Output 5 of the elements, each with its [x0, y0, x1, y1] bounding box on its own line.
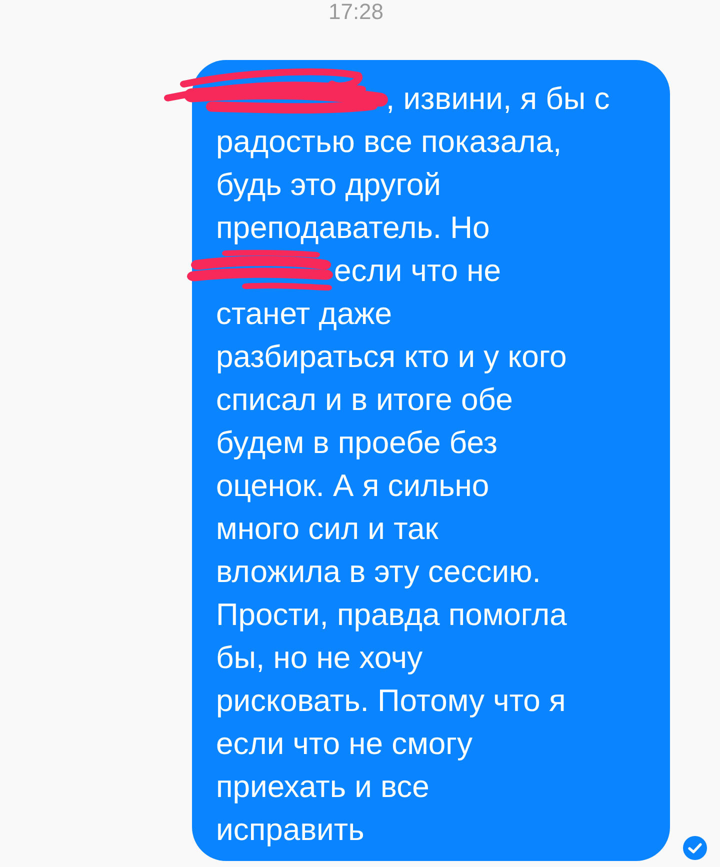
check-icon — [682, 835, 708, 861]
message-timestamp: 17:28 — [328, 0, 384, 24]
message-text: станет даже разбираться кто и у кого списал и в итоге обе будем в проебе без оценок. А я сильно много сил и так вложила в эту сессию. Прости, правда помогла бы, но не хочу рисковать. Потому что я если что не смогу приехать и все исправить — [216, 295, 567, 849]
message-text: , извини, я бы с — [386, 80, 610, 118]
message-text: если что не — [334, 252, 501, 290]
